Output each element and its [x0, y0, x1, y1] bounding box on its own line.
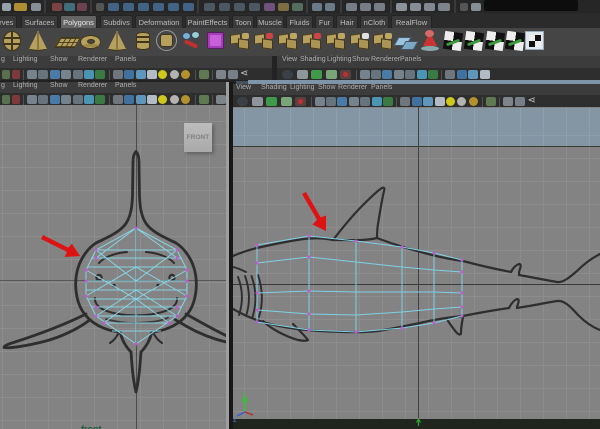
- svg-text:Y: Y: [242, 393, 246, 399]
- svg-text:Z: Z: [233, 418, 237, 424]
